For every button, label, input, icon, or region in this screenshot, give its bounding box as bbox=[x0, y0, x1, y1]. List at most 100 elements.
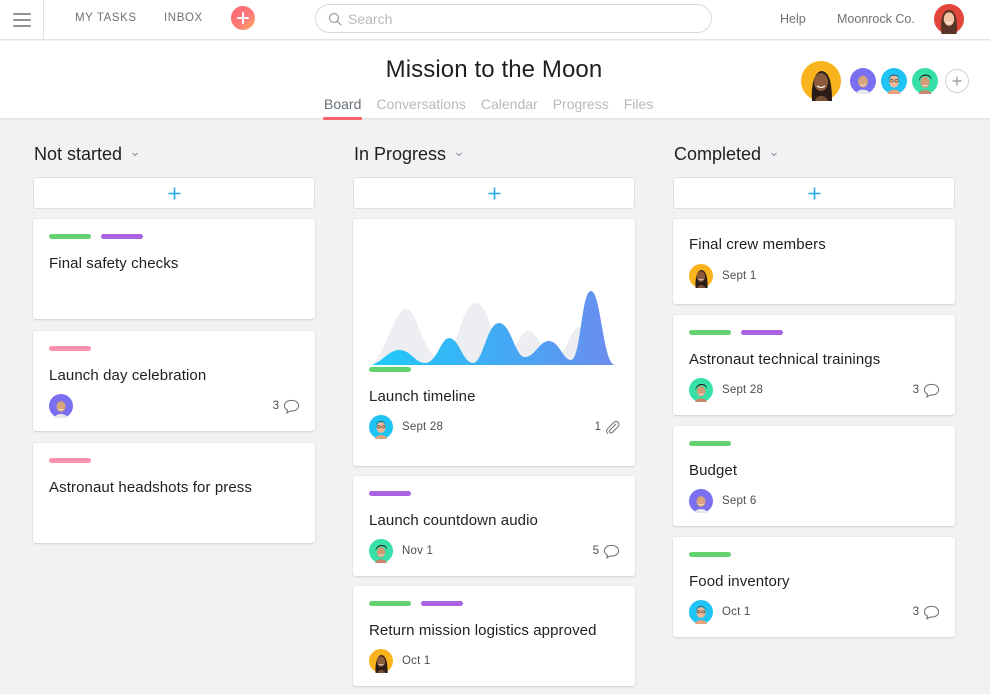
comment-count[interactable]: 5 bbox=[593, 544, 620, 559]
plus-icon bbox=[237, 12, 249, 24]
member-avatar[interactable] bbox=[881, 68, 907, 94]
card-title: Final crew members bbox=[689, 236, 826, 253]
member-avatar[interactable] bbox=[801, 61, 841, 101]
card-meta: Sept 28 1 bbox=[369, 415, 620, 439]
task-card[interactable]: Budget Sept 6 bbox=[673, 426, 955, 526]
organization-switcher[interactable]: Moonrock Co. bbox=[837, 12, 915, 26]
tag-purple bbox=[421, 601, 463, 606]
due-date[interactable]: Sept 28 bbox=[722, 384, 763, 396]
tag-green bbox=[689, 552, 731, 557]
add-task-button[interactable] bbox=[33, 177, 315, 209]
due-date[interactable]: Sept 28 bbox=[402, 421, 443, 433]
card-title: Launch day celebration bbox=[49, 367, 207, 384]
chevron-down-icon[interactable] bbox=[131, 150, 139, 158]
tab-progress[interactable]: Progress bbox=[553, 96, 609, 118]
attachment-count-value: 1 bbox=[594, 421, 601, 433]
inbox-link[interactable]: INBOX bbox=[164, 12, 203, 24]
task-card[interactable]: Final crew members Sept 1 bbox=[673, 219, 955, 304]
task-card[interactable]: Astronaut technical trainings Sept 28 3 bbox=[673, 315, 955, 415]
card-tags bbox=[689, 552, 940, 558]
comment-count[interactable]: 3 bbox=[913, 383, 940, 398]
comment-count[interactable]: 3 bbox=[273, 399, 300, 414]
tab-files[interactable]: Files bbox=[624, 96, 654, 118]
top-bar: MY TASKS INBOX Help Moonrock Co. bbox=[0, 0, 990, 40]
plus-icon bbox=[952, 76, 962, 86]
tag-pink bbox=[49, 346, 91, 351]
card-tags bbox=[689, 441, 940, 447]
card-tags bbox=[49, 234, 300, 240]
search-icon bbox=[328, 12, 342, 26]
task-card[interactable]: Final safety checks bbox=[33, 219, 315, 319]
attachment-count[interactable]: 1 bbox=[595, 420, 620, 435]
chevron-down-icon[interactable] bbox=[455, 150, 463, 158]
assignee-avatar[interactable] bbox=[689, 378, 713, 402]
card-tags bbox=[369, 601, 620, 607]
card-meta: Oct 1 3 bbox=[689, 600, 940, 624]
assignee-avatar[interactable] bbox=[689, 264, 713, 288]
tab-board[interactable]: Board bbox=[322, 96, 363, 120]
card-title: Budget bbox=[689, 462, 738, 479]
due-date[interactable]: Nov 1 bbox=[402, 545, 433, 557]
due-date[interactable]: Oct 1 bbox=[722, 606, 750, 618]
tag-purple bbox=[741, 330, 783, 335]
column-header[interactable]: In Progress bbox=[353, 140, 635, 168]
search-input[interactable] bbox=[348, 10, 688, 27]
comment-icon bbox=[603, 544, 620, 559]
column-title: Completed bbox=[674, 143, 762, 164]
assignee-avatar[interactable] bbox=[369, 415, 393, 439]
assignee-avatar[interactable] bbox=[49, 394, 73, 418]
column-title: In Progress bbox=[354, 143, 447, 164]
tag-purple bbox=[369, 491, 411, 496]
column-title: Not started bbox=[34, 143, 123, 164]
member-avatar[interactable] bbox=[850, 68, 876, 94]
tag-green bbox=[689, 330, 731, 335]
add-member-button[interactable] bbox=[945, 69, 969, 93]
card-cover-image bbox=[353, 219, 635, 365]
card-title: Return mission logistics approved bbox=[369, 622, 597, 639]
comment-count-value: 3 bbox=[912, 606, 919, 618]
search-box[interactable] bbox=[315, 4, 712, 33]
due-date[interactable]: Oct 1 bbox=[402, 655, 430, 667]
task-card[interactable]: Return mission logistics approved Oct 1 bbox=[353, 586, 635, 686]
assignee-avatar[interactable] bbox=[689, 489, 713, 513]
help-link[interactable]: Help bbox=[780, 12, 806, 26]
column-header[interactable]: Not started bbox=[33, 140, 315, 168]
user-avatar[interactable] bbox=[934, 4, 964, 34]
quick-add-button[interactable] bbox=[231, 6, 255, 30]
task-card[interactable]: Food inventory Oct 1 3 bbox=[673, 537, 955, 637]
project-header: Mission to the Moon Board Conversations … bbox=[0, 41, 990, 120]
hamburger-icon-line bbox=[12, 13, 31, 15]
comment-count-value: 5 bbox=[592, 545, 599, 557]
column-header[interactable]: Completed bbox=[673, 140, 955, 168]
my-tasks-link[interactable]: MY TASKS bbox=[75, 12, 137, 24]
task-card[interactable]: Launch timeline Sept 28 1 bbox=[353, 219, 635, 466]
tab-conversations[interactable]: Conversations bbox=[376, 96, 466, 118]
due-date[interactable]: Sept 6 bbox=[722, 495, 756, 507]
add-task-button[interactable] bbox=[673, 177, 955, 209]
chevron-down-icon[interactable] bbox=[770, 150, 778, 158]
tag-pink bbox=[49, 458, 91, 463]
assignee-avatar[interactable] bbox=[369, 649, 393, 673]
card-tags bbox=[369, 491, 620, 497]
task-card[interactable]: Astronaut headshots for press bbox=[33, 443, 315, 543]
assignee-avatar[interactable] bbox=[689, 600, 713, 624]
card-title: Astronaut headshots for press bbox=[49, 479, 253, 496]
card-tags bbox=[49, 346, 300, 352]
card-title: Launch timeline bbox=[369, 388, 476, 405]
card-title: Final safety checks bbox=[49, 255, 179, 272]
due-date[interactable]: Sept 1 bbox=[722, 270, 756, 282]
tab-calendar[interactable]: Calendar bbox=[481, 96, 538, 118]
card-meta: Sept 6 bbox=[689, 489, 940, 513]
card-tags bbox=[49, 458, 300, 464]
member-avatar[interactable] bbox=[912, 68, 938, 94]
comment-count-value: 3 bbox=[272, 400, 279, 412]
tag-green bbox=[369, 601, 411, 606]
task-card[interactable]: Launch day celebration 3 bbox=[33, 331, 315, 431]
comment-count[interactable]: 3 bbox=[913, 605, 940, 620]
assignee-avatar[interactable] bbox=[369, 539, 393, 563]
add-task-button[interactable] bbox=[353, 177, 635, 209]
task-card[interactable]: Launch countdown audio Nov 1 5 bbox=[353, 476, 635, 576]
board-column-in-progress: In Progress Launch timeline Sept 28 1 La… bbox=[353, 140, 635, 686]
plus-icon bbox=[488, 187, 500, 199]
hamburger-menu-button[interactable] bbox=[0, 0, 44, 40]
